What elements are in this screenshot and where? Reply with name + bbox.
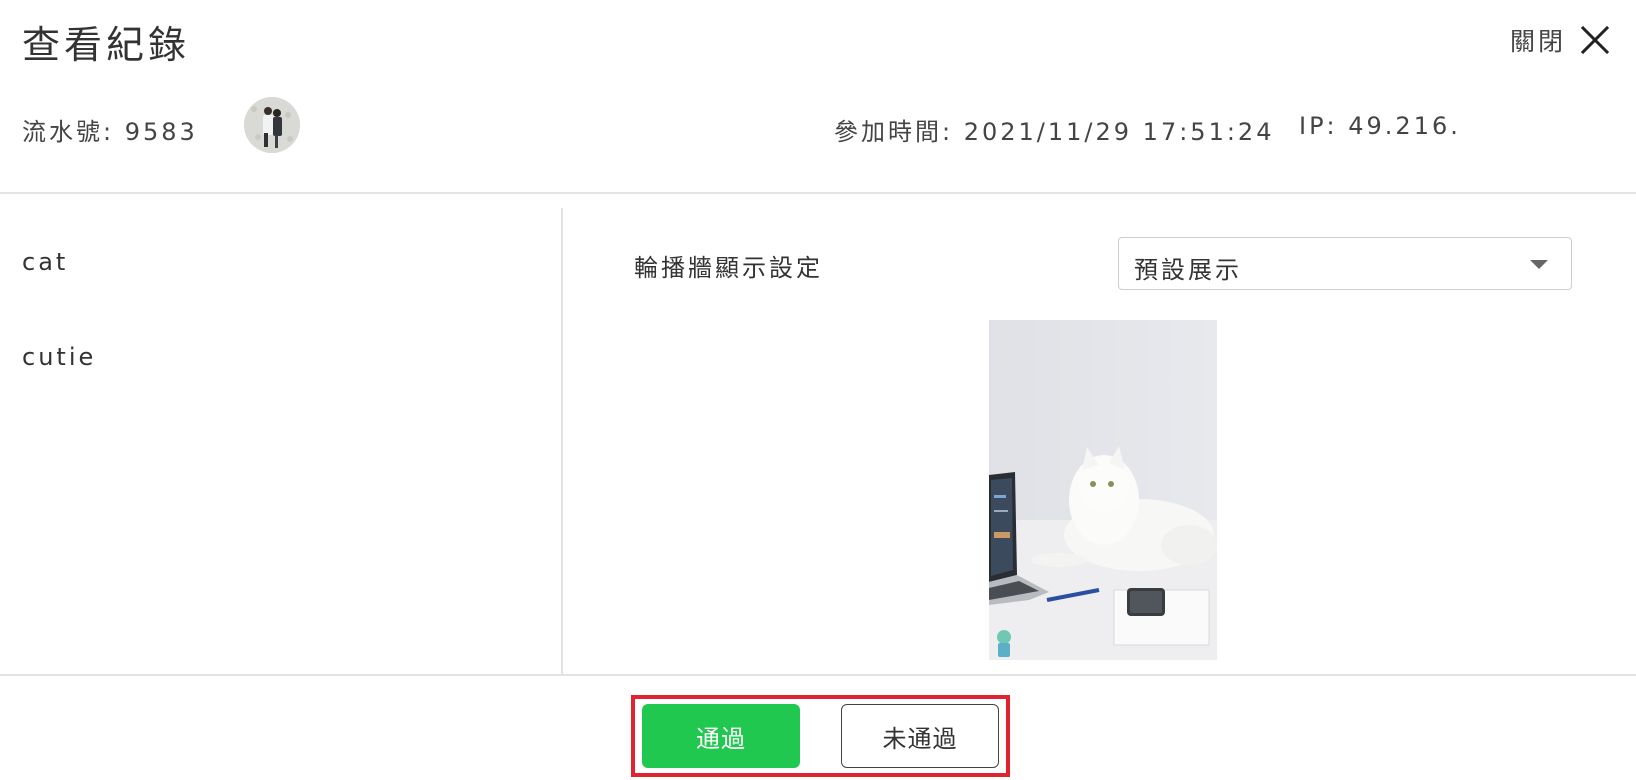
carousel-display-select[interactable]: 預設展示 xyxy=(1118,237,1572,290)
page-title: 查看紀錄 xyxy=(22,23,191,67)
ip-address: IP: 49.216. xyxy=(1299,112,1461,140)
header-divider xyxy=(0,192,1636,194)
close-label: 關閉 xyxy=(1509,27,1566,56)
caret-down-icon xyxy=(1530,260,1548,269)
tag-item: cutie xyxy=(22,343,97,371)
carousel-display-value: 預設展示 xyxy=(1134,256,1242,284)
avatar xyxy=(244,97,300,153)
tag-item: cat xyxy=(22,248,69,276)
close-icon[interactable] xyxy=(1580,25,1610,55)
serial-number: 流水號: 9583 xyxy=(22,118,198,146)
approve-button[interactable]: 通過 xyxy=(642,704,800,768)
carousel-setting-label: 輪播牆顯示設定 xyxy=(634,254,823,282)
footer-divider xyxy=(0,674,1636,676)
submitted-photo xyxy=(989,320,1217,660)
column-divider xyxy=(561,208,563,675)
close-button[interactable]: 關閉 xyxy=(1510,22,1610,58)
reject-button[interactable]: 未通過 xyxy=(841,704,999,768)
joined-time: 參加時間: 2021/11/29 17:51:24 xyxy=(834,118,1275,146)
